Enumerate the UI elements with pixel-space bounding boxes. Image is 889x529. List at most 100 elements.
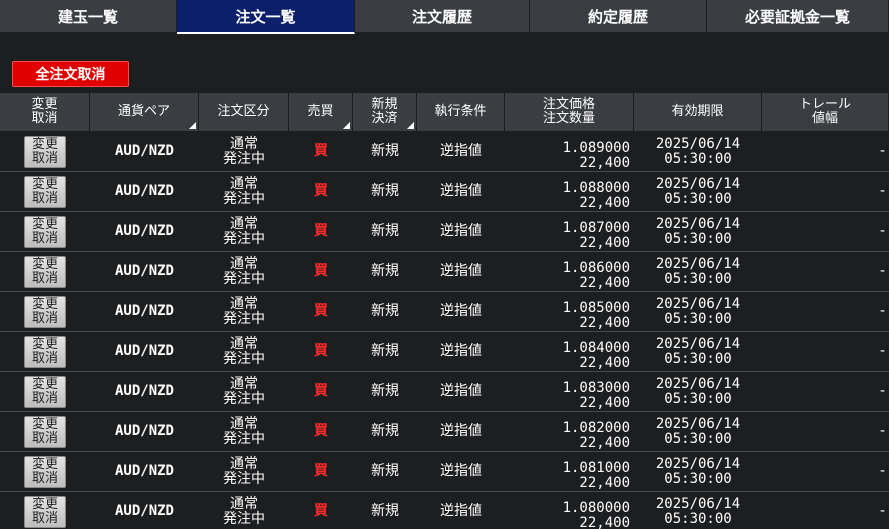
- sort-triangle-icon: [407, 122, 414, 129]
- header-open-close[interactable]: 新規 決済: [353, 93, 417, 131]
- table-row: 変更 取消 AUD/NZD 通常 発注中 買 新規 逆指値 1.083000 2…: [0, 372, 889, 412]
- order-price: 1.087000: [562, 220, 630, 236]
- expiry-date: 2025/06/14: [655, 255, 741, 272]
- open-close: 新規: [371, 223, 399, 239]
- order-price: 1.088000: [562, 180, 630, 196]
- edit-cancel-button[interactable]: 変更 取消: [24, 255, 66, 288]
- edit-cancel-button[interactable]: 変更 取消: [24, 335, 66, 368]
- open-close: 新規: [371, 303, 399, 319]
- header-edit-cancel: 変更 取消: [0, 93, 90, 131]
- expiry-date: 2025/06/14: [655, 295, 741, 312]
- currency-pair: AUD/NZD: [114, 503, 174, 519]
- sort-triangle-icon: [343, 122, 350, 129]
- order-type: 通常 発注中: [223, 415, 265, 447]
- order-quantity: 22,400: [579, 515, 630, 529]
- tab-positions[interactable]: 建玉一覧: [0, 0, 177, 32]
- open-close: 新規: [371, 183, 399, 199]
- table-header: 変更 取消 通貨ペア 注文区分 売買 新規 決済 執行条件 注文価格 注文数量 …: [0, 93, 889, 132]
- order-price: 1.086000: [562, 260, 630, 276]
- currency-pair: AUD/NZD: [114, 343, 174, 359]
- edit-cancel-button[interactable]: 変更 取消: [24, 415, 66, 448]
- expiry-time: 05:30:00: [664, 150, 732, 167]
- table-row: 変更 取消 AUD/NZD 通常 発注中 買 新規 逆指値 1.088000 2…: [0, 172, 889, 212]
- edit-cancel-cell: 変更 取消: [0, 492, 90, 529]
- table-row: 変更 取消 AUD/NZD 通常 発注中 買 新規 逆指値 1.080000 2…: [0, 492, 889, 529]
- price-qty: 1.081000 22,400: [505, 452, 634, 491]
- expiry-time: 05:30:00: [664, 270, 732, 287]
- trail-width: -: [879, 183, 885, 199]
- price-qty: 1.086000 22,400: [505, 252, 634, 291]
- edit-cancel-cell: 変更 取消: [0, 412, 90, 451]
- tab-orders[interactable]: 注文一覧: [177, 0, 355, 34]
- execution-condition: 逆指値: [440, 463, 482, 479]
- order-type: 通常 発注中: [223, 455, 265, 487]
- execution-condition: 逆指値: [440, 183, 482, 199]
- cancel-all-orders-button[interactable]: 全注文取消: [12, 61, 129, 87]
- table-row: 変更 取消 AUD/NZD 通常 発注中 買 新規 逆指値 1.086000 2…: [0, 252, 889, 292]
- currency-pair: AUD/NZD: [114, 303, 174, 319]
- edit-cancel-button[interactable]: 変更 取消: [24, 455, 66, 488]
- tab-execution-history[interactable]: 約定履歴: [530, 0, 707, 32]
- edit-cancel-button[interactable]: 変更 取消: [24, 495, 66, 528]
- edit-cancel-button[interactable]: 変更 取消: [24, 175, 66, 208]
- table-row: 変更 取消 AUD/NZD 通常 発注中 買 新規 逆指値 1.089000 2…: [0, 132, 889, 172]
- header-label: 通貨ペア: [117, 104, 170, 119]
- edit-cancel-button[interactable]: 変更 取消: [24, 215, 66, 248]
- expiry-time: 05:30:00: [664, 190, 732, 207]
- edit-cancel-cell: 変更 取消: [0, 212, 90, 251]
- trail-width: -: [879, 383, 885, 399]
- order-quantity: 22,400: [579, 475, 630, 491]
- order-type: 通常 発注中: [223, 215, 265, 247]
- edit-cancel-cell: 変更 取消: [0, 172, 90, 211]
- order-quantity: 22,400: [579, 315, 630, 331]
- header-label: 新規 決済: [371, 97, 398, 126]
- open-close: 新規: [371, 503, 399, 519]
- open-close: 新規: [371, 263, 399, 279]
- tab-order-history[interactable]: 注文履歴: [355, 0, 530, 32]
- order-type: 通常 発注中: [223, 375, 265, 407]
- order-price: 1.084000: [562, 340, 630, 356]
- expiry-time: 05:30:00: [664, 470, 732, 487]
- table-row: 変更 取消 AUD/NZD 通常 発注中 買 新規 逆指値 1.081000 2…: [0, 452, 889, 492]
- edit-cancel-button[interactable]: 変更 取消: [24, 295, 66, 328]
- side: 買: [314, 423, 328, 439]
- open-close: 新規: [371, 383, 399, 399]
- open-close: 新規: [371, 423, 399, 439]
- header-side[interactable]: 売買: [289, 93, 353, 131]
- order-price: 1.080000: [562, 500, 630, 516]
- edit-cancel-button[interactable]: 変更 取消: [24, 135, 66, 168]
- currency-pair: AUD/NZD: [114, 383, 174, 399]
- price-qty: 1.085000 22,400: [505, 292, 634, 331]
- expiry: 2025/06/14 05:30:00: [634, 492, 762, 529]
- order-price: 1.082000: [562, 420, 630, 436]
- orders-table: 変更 取消 通貨ペア 注文区分 売買 新規 決済 執行条件 注文価格 注文数量 …: [0, 93, 889, 529]
- execution-condition: 逆指値: [440, 343, 482, 359]
- side: 買: [314, 343, 328, 359]
- currency-pair: AUD/NZD: [114, 143, 174, 159]
- expiry-date: 2025/06/14: [655, 335, 741, 352]
- expiry: 2025/06/14 05:30:00: [634, 212, 762, 251]
- execution-condition: 逆指値: [440, 503, 482, 519]
- header-price-qty: 注文価格 注文数量: [505, 93, 634, 131]
- side: 買: [314, 223, 328, 239]
- order-type: 通常 発注中: [223, 335, 265, 367]
- order-quantity: 22,400: [579, 235, 630, 251]
- currency-pair: AUD/NZD: [114, 183, 174, 199]
- tab-margin-list[interactable]: 必要証拠金一覧: [707, 0, 889, 32]
- edit-cancel-cell: 変更 取消: [0, 132, 90, 171]
- trail-width: -: [879, 143, 885, 159]
- expiry: 2025/06/14 05:30:00: [634, 452, 762, 491]
- order-type: 通常 発注中: [223, 255, 265, 287]
- expiry-date: 2025/06/14: [655, 135, 741, 152]
- edit-cancel-button[interactable]: 変更 取消: [24, 375, 66, 408]
- expiry: 2025/06/14 05:30:00: [634, 132, 762, 171]
- expiry-time: 05:30:00: [664, 310, 732, 327]
- expiry-date: 2025/06/14: [655, 415, 741, 432]
- expiry-time: 05:30:00: [664, 430, 732, 447]
- header-currency-pair[interactable]: 通貨ペア: [90, 93, 199, 131]
- header-trail: トレール 値幅: [762, 93, 889, 131]
- open-close: 新規: [371, 343, 399, 359]
- expiry: 2025/06/14 05:30:00: [634, 252, 762, 291]
- trail-width: -: [879, 223, 885, 239]
- expiry-date: 2025/06/14: [655, 455, 741, 472]
